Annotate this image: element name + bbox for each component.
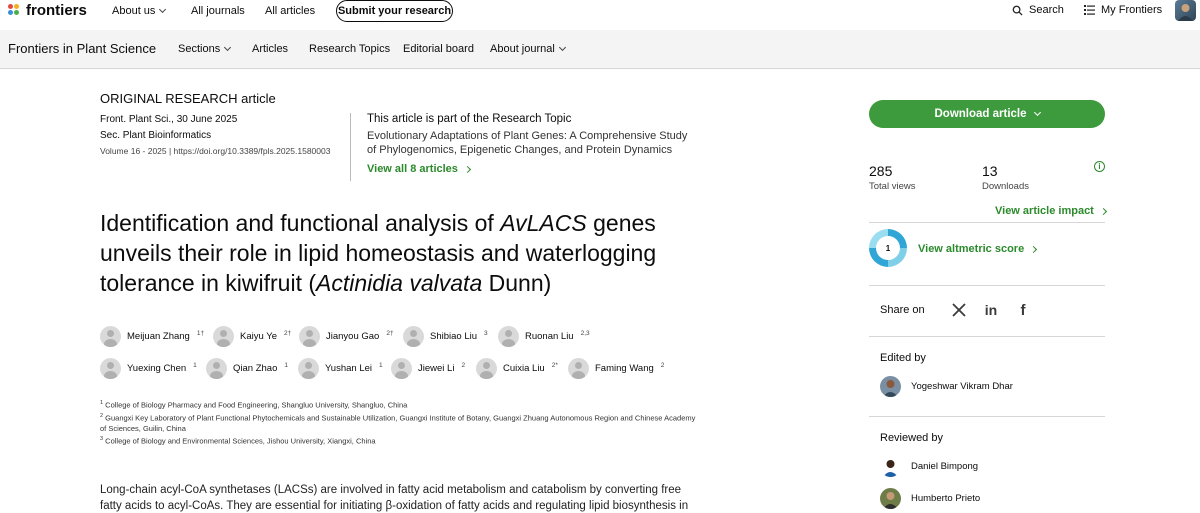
research-topic-title[interactable]: Evolutionary Adaptations of Plant Genes:… (367, 129, 697, 157)
downloads-label: Downloads (982, 181, 1029, 192)
chevron-down-icon (558, 43, 566, 52)
view-altmetric-score-link[interactable]: View altmetric score (918, 243, 1038, 255)
author-avatar-icon (100, 358, 121, 379)
menu-list-icon (1084, 5, 1095, 15)
journal-title[interactable]: Frontiers in Plant Science (8, 41, 156, 56)
total-views-count: 285 (869, 163, 893, 179)
affiliations: 1 College of Biology Pharmacy and Food E… (100, 398, 700, 447)
article-type: ORIGINAL RESEARCH article (100, 91, 276, 106)
user-photo-icon (1178, 4, 1193, 21)
search-button[interactable]: Search (1012, 4, 1064, 16)
author-shibiao-liu[interactable]: Shibiao Liu 3 (403, 326, 488, 347)
share-on-label: Share on (880, 304, 925, 316)
author-avatar-icon (213, 326, 234, 347)
info-icon[interactable]: i (1094, 161, 1105, 172)
facebook-share-icon[interactable]: f (1015, 302, 1031, 319)
my-frontiers-label: My Frontiers (1101, 4, 1163, 16)
linkedin-share-icon[interactable]: in (983, 302, 999, 318)
submit-research-button[interactable]: Submit your research (336, 0, 453, 22)
altmetric-badge[interactable]: 1 (869, 229, 907, 267)
sidebar-divider (869, 416, 1105, 417)
affiliation-item: 2 Guangxi Key Laboratory of Plant Functi… (100, 412, 696, 434)
nav-about-journal[interactable]: About journal (490, 43, 566, 55)
download-article-button[interactable]: Download article (869, 100, 1105, 128)
nav-all-articles[interactable]: All articles (265, 5, 315, 17)
reviewer-humberto-prieto[interactable]: Humberto Prieto (880, 488, 980, 509)
editor-avatar-icon (880, 376, 901, 397)
author-qian-zhao[interactable]: Qian Zhao 1 (206, 358, 288, 379)
altmetric-score: 1 (876, 236, 900, 260)
author-yushan-lei[interactable]: Yushan Lei 1 (298, 358, 383, 379)
sidebar-divider (869, 222, 1105, 223)
article-section[interactable]: Sec. Plant Bioinformatics (100, 130, 211, 141)
article-volume-doi[interactable]: Volume 16 - 2025 | https://doi.org/10.33… (100, 146, 330, 156)
reviewer-avatar-icon (880, 488, 901, 509)
nav-sections[interactable]: Sections (178, 43, 232, 55)
downloads-count: 13 (982, 163, 998, 179)
author-avatar-icon (299, 326, 320, 347)
nav-research-topics[interactable]: Research Topics (309, 43, 390, 55)
author-meijuan-zhang[interactable]: Meijuan Zhang 1† (100, 326, 204, 347)
nav-about-us[interactable]: About us (112, 5, 167, 17)
logo-text: frontiers (26, 2, 87, 19)
author-avatar-icon (391, 358, 412, 379)
view-article-impact-link[interactable]: View article impact (995, 205, 1107, 217)
chevron-down-icon (224, 43, 232, 52)
chevron-right-icon (1030, 245, 1038, 253)
article-citation: Front. Plant Sci., 30 June 2025 (100, 114, 238, 125)
affiliation-item: 3 College of Biology and Environmental S… (100, 436, 376, 446)
nav-editorial-board[interactable]: Editorial board (403, 43, 474, 55)
chevron-right-icon (1099, 207, 1107, 215)
x-twitter-share-icon[interactable] (951, 302, 967, 318)
author-jianyou-gao[interactable]: Jianyou Gao 2† (299, 326, 394, 347)
author-kaiyu-ye[interactable]: Kaiyu Ye 2† (213, 326, 291, 347)
author-avatar-icon (476, 358, 497, 379)
author-avatar-icon (298, 358, 319, 379)
edited-by-heading: Edited by (880, 352, 926, 364)
frontiers-logo-icon (8, 3, 22, 18)
reviewer-daniel-bimpong[interactable]: Daniel Bimpong (880, 456, 978, 477)
reviewed-by-heading: Reviewed by (880, 432, 943, 444)
affiliation-item: 1 College of Biology Pharmacy and Food E… (100, 400, 408, 410)
user-avatar[interactable] (1175, 0, 1196, 21)
total-views-label: Total views (869, 181, 916, 192)
article-title: Identification and functional analysis o… (100, 210, 657, 296)
frontiers-logo[interactable]: frontiers (8, 2, 87, 19)
nav-articles[interactable]: Articles (252, 43, 288, 55)
sidebar-divider (869, 336, 1105, 337)
view-all-articles-link[interactable]: View all 8 articles (367, 163, 471, 175)
chevron-down-icon (1033, 108, 1041, 116)
author-avatar-icon (100, 326, 121, 347)
author-yuexing-chen[interactable]: Yuexing Chen 1 (100, 358, 197, 379)
meta-divider (350, 113, 351, 181)
author-avatar-icon (403, 326, 424, 347)
top-navigation-bar: frontiers About us All journals All arti… (0, 0, 1200, 30)
nav-all-journals[interactable]: All journals (191, 5, 245, 17)
author-jiewei-li[interactable]: Jiewei Li 2 (391, 358, 465, 379)
author-avatar-icon (568, 358, 589, 379)
author-cuixia-liu[interactable]: Cuixia Liu 2* (476, 358, 558, 379)
chevron-down-icon (159, 5, 167, 14)
chevron-right-icon (463, 165, 471, 173)
editor-yogeshwar-vikram-dhar[interactable]: Yogeshwar Vikram Dhar (880, 376, 1013, 397)
research-topic-heading: This article is part of the Research Top… (367, 113, 572, 125)
author-faming-wang[interactable]: Faming Wang 2 (568, 358, 664, 379)
journal-navigation-bar: Frontiers in Plant Science Sections Arti… (0, 30, 1200, 69)
author-ruonan-liu[interactable]: Ruonan Liu 2,3 (498, 326, 590, 347)
abstract-text: Long-chain acyl-CoA synthetases (LACSs) … (100, 484, 689, 512)
reviewer-avatar-icon (880, 456, 901, 477)
sidebar-divider (869, 285, 1105, 286)
search-icon (1012, 5, 1023, 16)
my-frontiers-button[interactable]: My Frontiers (1084, 4, 1162, 16)
search-label: Search (1029, 4, 1064, 16)
author-avatar-icon (206, 358, 227, 379)
author-avatar-icon (498, 326, 519, 347)
